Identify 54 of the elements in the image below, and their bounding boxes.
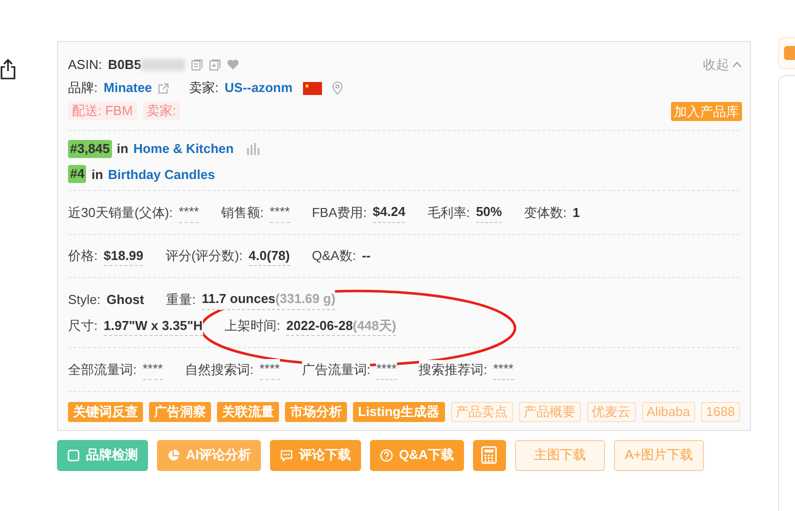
rank-in-text: in: [91, 166, 104, 184]
share-icon[interactable]: [0, 58, 16, 80]
stat-value: ****: [260, 359, 280, 380]
tool-tag[interactable]: 市场分析: [285, 402, 347, 422]
location-pin-icon: [332, 81, 343, 95]
seller-link[interactable]: US--azonm: [224, 78, 293, 98]
rank-badge: #3,845: [68, 140, 112, 158]
stat-label: 评分(评分数):: [165, 246, 243, 266]
add-to-library-button[interactable]: 加入产品库: [671, 102, 742, 120]
external-link-icon[interactable]: [158, 82, 170, 94]
stat-value: 11.7 ounces(331.69 g): [202, 289, 336, 310]
tool-tag[interactable]: Listing生成器: [353, 402, 445, 422]
brand-link[interactable]: Minatee: [104, 78, 152, 98]
rank-badge: #4: [68, 165, 86, 184]
copy-icon[interactable]: [191, 58, 204, 70]
tool-tag[interactable]: 1688: [700, 402, 740, 422]
tool-tag[interactable]: 广告洞察: [149, 402, 211, 422]
bar-chart-icon[interactable]: [246, 142, 261, 155]
tool-tag[interactable]: Alibaba: [642, 402, 695, 422]
shipping-tag: 配送: FBM: [68, 102, 137, 120]
collapse-button[interactable]: 收起: [703, 54, 742, 74]
blurred-text: [141, 58, 186, 70]
category-link[interactable]: Home & Kitchen: [133, 139, 234, 158]
action-button[interactable]: Q&A下载: [370, 440, 464, 470]
rank-in-text: in: [116, 140, 128, 158]
copy-add-icon[interactable]: [209, 58, 222, 70]
action-button[interactable]: 品牌检测: [57, 440, 148, 470]
tool-tag[interactable]: 优麦云: [586, 402, 636, 422]
chat-icon: [280, 448, 293, 462]
shipping-tag: 卖家:: [142, 102, 180, 120]
action-button[interactable]: [472, 440, 506, 470]
asin-label: ASIN:: [68, 56, 102, 74]
tool-tag[interactable]: 关键词反查: [68, 402, 143, 422]
action-button[interactable]: 评论下载: [270, 440, 361, 470]
action-button[interactable]: AI评论分析: [157, 440, 261, 470]
tool-tag[interactable]: 关联流量: [217, 402, 279, 422]
question-icon: [380, 448, 393, 462]
stat-label: 广告流量词:: [302, 360, 370, 379]
action-button[interactable]: A+图片下载: [614, 440, 704, 470]
seller-label: 卖家:: [189, 79, 219, 98]
calculator-icon: [481, 446, 498, 464]
heart-icon[interactable]: [227, 59, 240, 70]
category-link[interactable]: Birthday Candles: [108, 164, 215, 184]
action-button[interactable]: 主图下载: [514, 440, 605, 470]
chevron-up-icon: [732, 61, 742, 68]
tool-tag[interactable]: 产品卖点: [450, 402, 513, 422]
brand-label: 品牌:: [68, 79, 98, 98]
checkbox-icon: [67, 448, 80, 462]
flag-icon: [302, 82, 322, 94]
tool-tag[interactable]: 产品概要: [518, 402, 581, 422]
pie-chart-icon: [167, 448, 180, 462]
stat-label: 搜索推荐词:: [418, 360, 488, 379]
logo-icon[interactable]: [784, 46, 795, 60]
asin-value: B0B5: [108, 56, 142, 74]
